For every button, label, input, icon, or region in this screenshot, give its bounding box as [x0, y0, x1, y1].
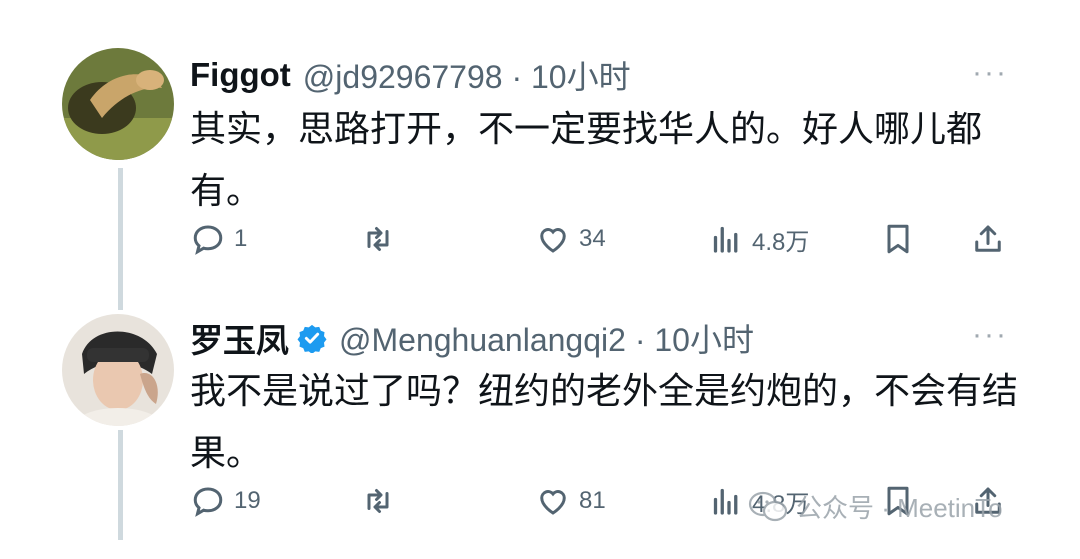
tweet-text: 我不是说过了吗？纽约的老外全是约炮的，不会有结果。 [190, 370, 1019, 473]
more-options-icon[interactable]: ··· [972, 318, 1008, 352]
tweet-header: Figgot @jd92967798 · 10小时 [190, 52, 631, 98]
like-button[interactable]: 81 [535, 476, 606, 526]
handle-and-time[interactable]: @Menghuanlangqi2 · 10小时 [339, 315, 754, 361]
wechat-icon [748, 491, 788, 521]
like-button[interactable]: 34 [535, 214, 606, 264]
wechat-watermark: 公众号 · MeetinTo [748, 488, 1003, 525]
tweet-actions: 1 34 4.8万 [190, 214, 1020, 264]
view-count: 4.8万 [752, 228, 810, 256]
thread-line [118, 430, 123, 540]
retweet-button[interactable] [360, 476, 396, 526]
reply-icon [193, 225, 223, 255]
retweet-icon [367, 489, 389, 513]
share-button[interactable] [970, 214, 1006, 264]
reply-icon [193, 487, 223, 517]
tweet-text: 其实，思路打开，不一定要找华人的。好人哪儿都有。 [190, 108, 983, 211]
reply-count: 19 [234, 487, 261, 514]
avatar[interactable] [62, 48, 174, 160]
reply-button[interactable]: 1 [190, 214, 247, 264]
like-count: 81 [579, 487, 606, 514]
more-options-icon[interactable]: ··· [972, 56, 1008, 90]
reply-button[interactable]: 19 [190, 476, 261, 526]
avatar[interactable] [62, 314, 174, 426]
heart-icon [540, 490, 566, 515]
retweet-icon [367, 227, 389, 251]
analytics-icon [713, 488, 738, 515]
handle-and-time[interactable]: @jd92967798 · 10小时 [303, 52, 631, 98]
like-count: 34 [579, 225, 606, 252]
share-icon [975, 225, 1001, 252]
heart-icon [540, 228, 566, 253]
watermark-text: 公众号 · MeetinTo [796, 493, 1003, 523]
bookmark-button[interactable] [880, 214, 916, 264]
tweet-header: 罗玉凤 @Menghuanlangqi2 · 10小时 [190, 314, 754, 362]
thread-line [118, 168, 123, 310]
display-name[interactable]: Figgot [190, 56, 291, 94]
retweet-button[interactable] [360, 214, 396, 264]
verified-badge-icon [297, 324, 327, 353]
bookmark-icon [887, 224, 909, 254]
reply-count: 1 [234, 225, 248, 252]
views-button[interactable]: 4.8万 [708, 214, 809, 264]
analytics-icon [713, 226, 738, 253]
display-name[interactable]: 罗玉凤 [190, 314, 289, 362]
